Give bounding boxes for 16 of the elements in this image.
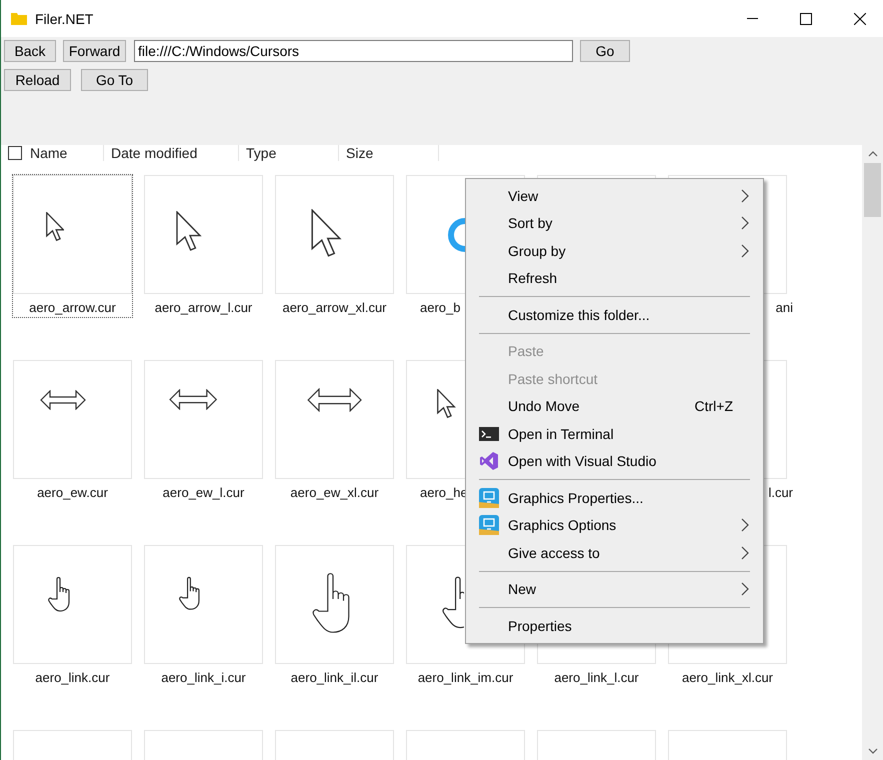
file-name: aero_link_l.cur bbox=[554, 670, 639, 685]
file-name: aero_link_xl.cur bbox=[682, 670, 774, 685]
file-name: aero_ew_l.cur bbox=[162, 485, 244, 500]
file-name: aero_ew_xl.cur bbox=[290, 485, 379, 500]
file-name: aero_link_il.cur bbox=[290, 670, 378, 685]
file-name: aero_link_im.cur bbox=[418, 670, 514, 685]
window-title: Filer.NET bbox=[35, 10, 94, 26]
file-name: aero_ew.cur bbox=[37, 485, 108, 500]
file-name: aero_b bbox=[420, 300, 460, 315]
file-name: aero_link_i.cur bbox=[161, 670, 246, 685]
file-name: aero_link.cur bbox=[35, 670, 110, 685]
file-name: aero_arrow_xl.cur bbox=[282, 300, 387, 315]
file-name: aero_arrow.cur bbox=[29, 300, 116, 315]
file-name: aero_arrow_l.cur bbox=[154, 300, 252, 315]
file-name: l.cur bbox=[768, 485, 793, 500]
file-name: ani bbox=[776, 300, 793, 315]
